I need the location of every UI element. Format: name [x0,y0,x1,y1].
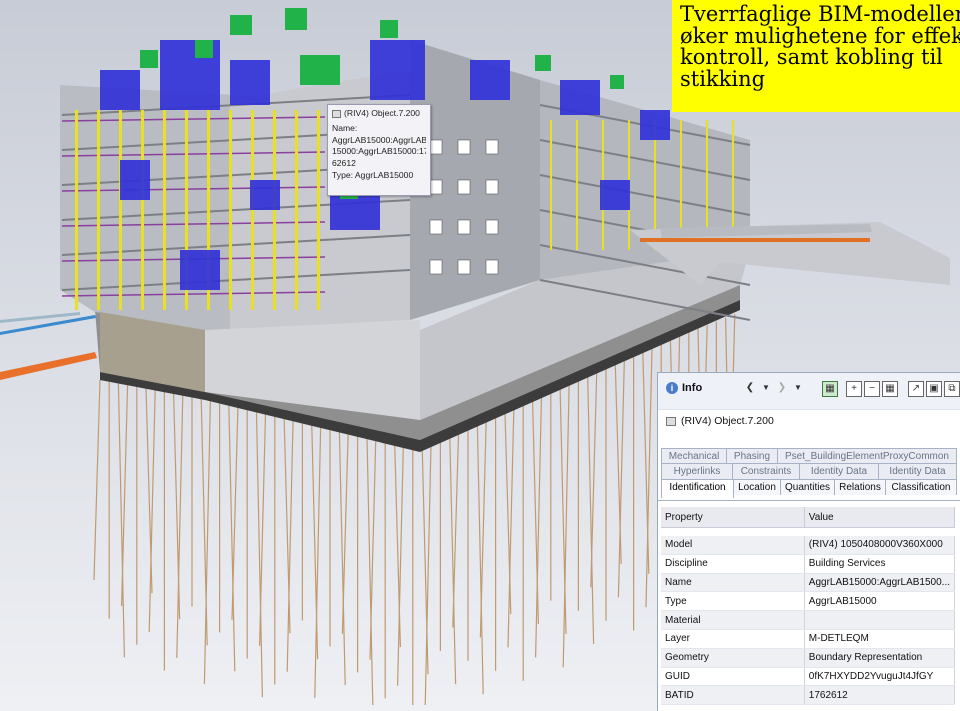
tab-location[interactable]: Location [733,479,781,495]
table-row[interactable]: BATID 1762612 [661,685,956,706]
table-row[interactable]: Name AggrLAB15000:AggrLAB1500... [661,573,956,593]
caption-line: Tverrfaglige BIM-modeller [680,2,960,26]
value-cell: AggrLAB15000 [804,591,956,612]
table-row[interactable]: Model (RIV4) 1050408000V360X000 [661,536,956,555]
back-icon[interactable]: ❮ [742,381,758,397]
selected-object-row: (RIV4) Object.7.200 [658,410,960,432]
object-icon [332,109,341,118]
properties-table: Property Value Model (RIV4) 1050408000V36… [661,507,956,706]
tooltip-line: 15000:AggrLAB15000:17 [332,146,426,157]
tab-classification[interactable]: Classification [885,479,957,495]
select-icon[interactable]: ▦ [882,381,898,397]
tab-identity-data[interactable]: Identity Data [799,463,879,479]
save-icon[interactable]: ▣ [926,381,942,397]
property-cell: Name [661,573,805,593]
info-icon: i [666,382,678,394]
value-cell: 1762612 [804,685,956,706]
value-cell: 0fK7HXYDD2YvuguJt4JfGY [804,667,956,687]
caption-box: Tverrfaglige BIM-modeller øker mulighete… [672,0,960,112]
tab-identity-data-2[interactable]: Identity Data [878,463,957,479]
property-cell: Type [661,591,805,612]
value-cell: Building Services [804,554,956,574]
value-cell [804,610,956,630]
export-icon[interactable]: ↗ [908,381,924,397]
selected-object-label: (RIV4) Object.7.200 [681,415,774,427]
tab-identification[interactable]: Identification [661,479,734,498]
object-icon [666,416,676,426]
property-tabs: Mechanical Phasing Pset_BuildingElementP… [658,440,960,500]
table-row[interactable]: Layer M-DETLEQM [661,629,956,649]
property-cell: Geometry [661,648,805,668]
caption-line: øker mulighetene for effektiv [680,23,960,48]
table-row[interactable]: Type AggrLAB15000 [661,591,956,612]
table-row[interactable]: Material [661,610,956,630]
dropdown-icon[interactable]: ▼ [790,381,806,397]
table-row[interactable]: Geometry Boundary Representation [661,648,956,668]
tab-phasing[interactable]: Phasing [726,448,778,464]
caption-line: kontroll, samt kobling til [680,45,943,69]
property-cell: Model [661,536,805,555]
info-panel-title: Info [682,382,703,394]
property-cell: Layer [661,629,805,649]
dropdown-icon[interactable]: ▼ [758,381,774,397]
property-cell: Material [661,610,805,630]
collapse-icon[interactable]: − [864,381,880,397]
value-cell: Boundary Representation [804,648,956,668]
tab-mechanical[interactable]: Mechanical [661,448,727,464]
value-cell: M-DETLEQM [804,629,956,649]
tab-relations[interactable]: Relations [834,479,886,495]
property-cell: GUID [661,667,805,687]
column-header-property[interactable]: Property [661,507,805,528]
tooltip-line: Name: [332,122,358,133]
info-panel-header: i Info ❮ ▼ ❯ ▼ ▦ + − ▦ ↗ ▣ ⧉ [658,373,960,410]
tab-constraints[interactable]: Constraints [732,463,800,479]
table-row[interactable]: GUID 0fK7HXYDD2YvuguJt4JfGY [661,667,956,687]
caption-line: stikking [680,66,766,91]
property-cell: Discipline [661,554,805,574]
pin-icon[interactable]: ▦ [822,381,838,397]
value-cell: AggrLAB15000:AggrLAB1500... [804,573,956,593]
tooltip-line: Type: AggrLAB15000 [332,169,414,180]
copy-icon[interactable]: ⧉ [944,381,960,397]
tab-hyperlinks[interactable]: Hyperlinks [661,463,733,479]
expand-icon[interactable]: + [846,381,862,397]
property-cell: BATID [661,685,805,706]
table-row[interactable]: Discipline Building Services [661,554,956,574]
tooltip-title: (RIV4) Object.7.200 [344,108,420,118]
tab-quantities[interactable]: Quantities [780,479,835,495]
forward-icon[interactable]: ❯ [774,381,790,397]
tooltip-line: AggrLAB15000:AggrLAB [332,134,426,145]
tab-pset-building-element-proxy-common[interactable]: Pset_BuildingElementProxyCommon [777,448,957,464]
object-tooltip: (RIV4) Object.7.200 Name: AggrLAB15000:A… [327,104,431,196]
value-cell: (RIV4) 1050408000V360X000 [804,536,956,555]
info-panel: i Info ❮ ▼ ❯ ▼ ▦ + − ▦ ↗ ▣ ⧉ (RIV4) Obje… [657,372,960,711]
column-header-value[interactable]: Value [804,507,956,528]
tooltip-line: 62612 [332,158,356,169]
